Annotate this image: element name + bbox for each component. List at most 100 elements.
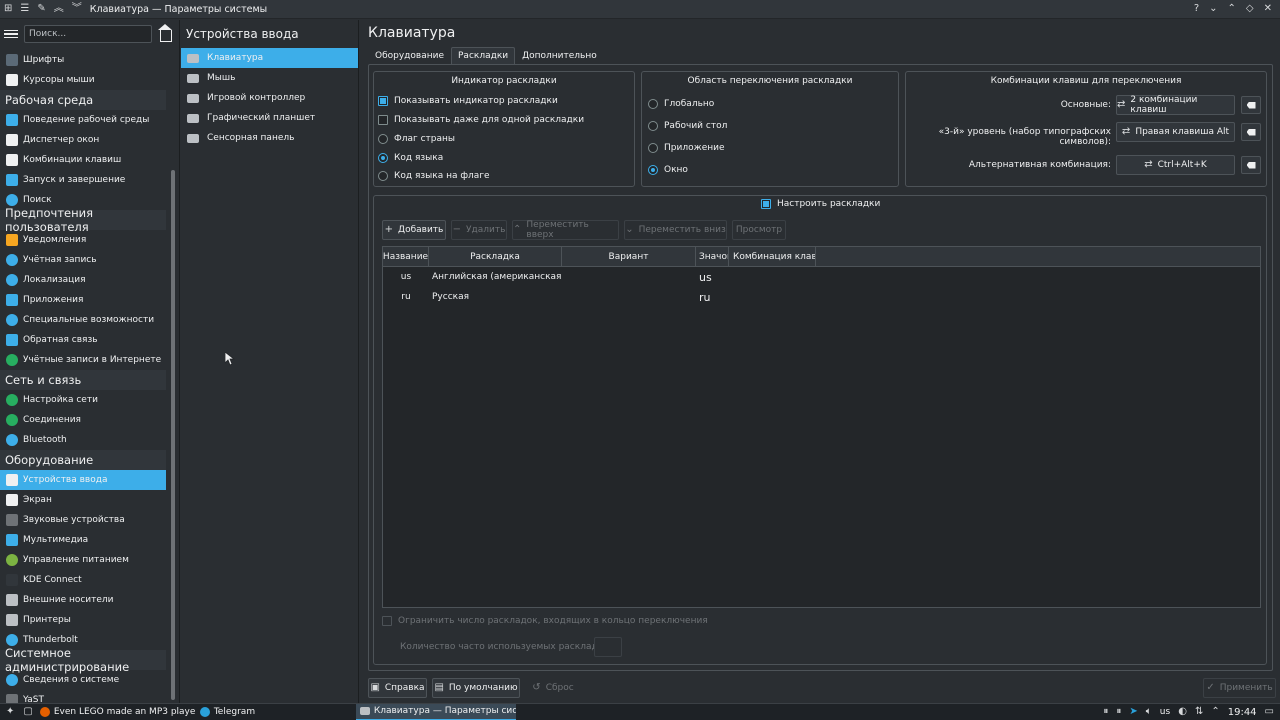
subcategory-item[interactable]: Игровой контроллер: [181, 88, 358, 108]
sidebar-item[interactable]: Курсоры мыши: [0, 70, 166, 90]
sidebar-item[interactable]: Запуск и завершение: [0, 170, 166, 190]
sidebar-item[interactable]: Приложения: [0, 290, 166, 310]
sidebar-item[interactable]: Диспетчер окон: [0, 130, 166, 150]
desktop-radio[interactable]: [648, 121, 658, 131]
column-layout[interactable]: Раскладка: [429, 247, 562, 267]
network-tray-icon[interactable]: ⇅: [1195, 707, 1203, 717]
sidebar-item[interactable]: Внешние носители: [0, 590, 166, 610]
limit-layouts-row[interactable]: Ограничить число раскладок, входящих в к…: [382, 616, 708, 626]
app-menu-icon[interactable]: ⊞: [4, 4, 12, 14]
tray-expand-icon[interactable]: ⌃: [1211, 707, 1219, 717]
window-row[interactable]: Окно: [648, 165, 688, 175]
column-shortcut[interactable]: Комбинация клавиш: [729, 247, 816, 267]
help-icon[interactable]: ?: [1194, 4, 1199, 14]
alt-shortcut-button[interactable]: ⇄ Ctrl+Alt+K: [1116, 155, 1235, 175]
sidebar-item[interactable]: Принтеры: [0, 610, 166, 630]
app-radio[interactable]: [648, 143, 658, 153]
main-shortcut-button[interactable]: ⇄ 2 комбинации клавиш: [1116, 95, 1235, 115]
maximize-icon[interactable]: ⌃: [1228, 4, 1236, 14]
subcategory-item[interactable]: Мышь: [181, 68, 358, 88]
task-system-settings[interactable]: Клавиатура — Параметры сист...: [355, 703, 516, 720]
restore-icon[interactable]: ◇: [1246, 4, 1254, 14]
show-single-checkbox[interactable]: [378, 115, 388, 125]
configure-layouts-checkbox[interactable]: [761, 199, 771, 209]
subcategory-item[interactable]: Клавиатура: [181, 48, 358, 68]
window-menu-icon[interactable]: ☰: [20, 4, 29, 14]
subcategory-item[interactable]: Графический планшет: [181, 108, 358, 128]
sidebar-item[interactable]: Устройства ввода: [0, 470, 166, 490]
sidebar-item[interactable]: Комбинации клавиш: [0, 150, 166, 170]
table-row[interactable]: ru Русская ru: [383, 287, 1260, 307]
clear-third-level-button[interactable]: [1241, 123, 1261, 141]
keyboard-layout-indicator[interactable]: us: [1160, 707, 1170, 717]
clear-alt-shortcut-button[interactable]: [1241, 156, 1261, 174]
sidebar-item[interactable]: Локализация: [0, 270, 166, 290]
sidebar-item[interactable]: Учётная запись: [0, 250, 166, 270]
sidebar-item[interactable]: Управление питанием: [0, 550, 166, 570]
code-radio[interactable]: [378, 153, 388, 163]
media-pause-icon[interactable]: ⏸: [1103, 707, 1108, 717]
help-button[interactable]: ▣ Справка: [368, 678, 427, 698]
defaults-button[interactable]: ▤ По умолчанию: [432, 678, 520, 698]
sidebar-item[interactable]: Звуковые устройства: [0, 510, 166, 530]
preview-button[interactable]: Просмотр: [732, 220, 786, 240]
minimize-icon[interactable]: ⌄: [1209, 4, 1217, 14]
task-telegram[interactable]: Telegram: [196, 704, 356, 720]
keep-below-icon[interactable]: ︾: [72, 4, 82, 14]
sidebar-item[interactable]: Экран: [0, 490, 166, 510]
code-on-flag-row[interactable]: Код языка на флаге: [378, 171, 490, 181]
search-input[interactable]: [24, 25, 152, 43]
sidebar-item[interactable]: Учётные записи в Интернете: [0, 350, 166, 370]
sidebar-item[interactable]: KDE Connect: [0, 570, 166, 590]
global-row[interactable]: Глобально: [648, 99, 714, 109]
telegram-tray-icon[interactable]: ➤: [1129, 707, 1137, 717]
sidebar-item[interactable]: Поведение рабочей среды: [0, 110, 166, 130]
flag-radio[interactable]: [378, 134, 388, 144]
table-row[interactable]: us Английская (американская) us: [383, 267, 1260, 287]
show-indicator-row[interactable]: Показывать индикатор раскладки: [378, 96, 558, 106]
column-variant[interactable]: Вариант: [562, 247, 696, 267]
desktop-row[interactable]: Рабочий стол: [648, 121, 727, 131]
add-layout-button[interactable]: + Добавить: [382, 220, 446, 240]
tab-layouts[interactable]: Раскладки: [451, 47, 516, 64]
pin-icon[interactable]: ✎: [37, 4, 45, 14]
sidebar-item[interactable]: Мультимедиа: [0, 530, 166, 550]
tab-hardware[interactable]: Оборудование: [368, 47, 451, 64]
volume-icon[interactable]: 🔈︎: [1146, 707, 1152, 717]
keep-above-icon[interactable]: ︽: [54, 4, 64, 14]
clipboard-icon[interactable]: ⏸: [1116, 707, 1121, 717]
flag-row[interactable]: Флаг страны: [378, 134, 455, 144]
code-on-flag-radio[interactable]: [378, 171, 388, 181]
sidebar-item[interactable]: Bluetooth: [0, 430, 166, 450]
sidebar-item[interactable]: Специальные возможности: [0, 310, 166, 330]
subcategory-item[interactable]: Сенсорная панель: [181, 128, 358, 148]
tab-advanced[interactable]: Дополнительно: [515, 47, 604, 64]
notifications-icon[interactable]: ◐: [1178, 707, 1187, 717]
sidebar-item[interactable]: Соединения: [0, 410, 166, 430]
home-icon[interactable]: [158, 23, 172, 42]
app-row[interactable]: Приложение: [648, 143, 725, 153]
sidebar-item[interactable]: Обратная связь: [0, 330, 166, 350]
column-label[interactable]: Значок: [696, 247, 729, 267]
move-up-button[interactable]: ⌃ Переместить вверх: [512, 220, 619, 240]
sidebar-scrollbar[interactable]: [171, 170, 175, 700]
show-single-row[interactable]: Показывать даже для одной раскладки: [378, 115, 584, 125]
sidebar-item[interactable]: Шрифты: [0, 50, 166, 70]
close-icon[interactable]: ✕: [1264, 4, 1272, 14]
code-row[interactable]: Код языка: [378, 153, 443, 163]
limit-layouts-checkbox[interactable]: [382, 616, 392, 626]
third-level-button[interactable]: ⇄ Правая клавиша Alt: [1116, 122, 1235, 142]
move-down-button[interactable]: ⌄ Переместить вниз: [624, 220, 727, 240]
pager-icon[interactable]: ▢: [20, 707, 35, 717]
count-spinbox[interactable]: [594, 637, 622, 657]
hamburger-menu-icon[interactable]: [4, 27, 18, 41]
clock[interactable]: 19:44: [1228, 707, 1257, 718]
show-indicator-checkbox[interactable]: [378, 96, 388, 106]
clear-main-shortcut-button[interactable]: [1241, 96, 1261, 114]
show-desktop-icon[interactable]: ▭: [1265, 707, 1274, 717]
reset-button[interactable]: ↺ Сброс: [526, 678, 580, 698]
column-name[interactable]: Название: [383, 247, 429, 267]
window-radio[interactable]: [648, 165, 658, 175]
remove-layout-button[interactable]: − Удалить: [451, 220, 507, 240]
app-launcher-icon[interactable]: ✦: [0, 707, 20, 717]
